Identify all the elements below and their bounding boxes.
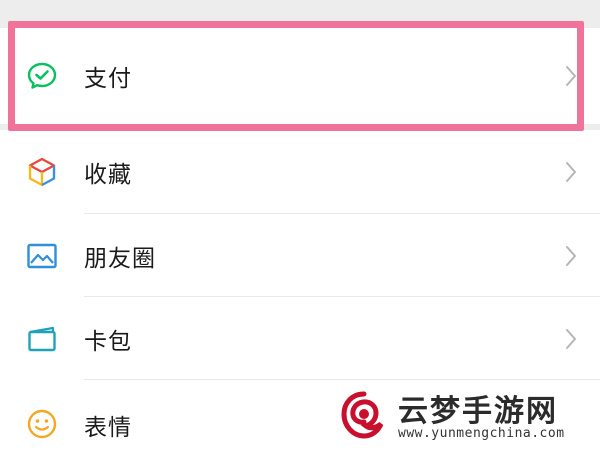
top-spacer	[0, 0, 600, 22]
moments-image-icon	[26, 240, 58, 272]
site-watermark: 云梦手游网 www.yunmengchina.com	[336, 386, 586, 446]
watermark-title: 云梦手游网	[398, 394, 558, 429]
chevron-right-icon	[564, 244, 578, 268]
chevron-right-icon	[564, 64, 578, 88]
menu-item-label: 朋友圈	[84, 245, 156, 272]
menu-item-pay[interactable]: 支付	[0, 28, 600, 124]
menu-item-label: 表情	[84, 415, 132, 441]
site-logo-icon	[336, 388, 392, 444]
watermark-url: www.yunmengchina.com	[398, 426, 565, 441]
menu-item-moments[interactable]: 朋友圈	[0, 214, 600, 297]
menu-item-card-wallet[interactable]: 卡包	[0, 297, 600, 380]
chevron-right-icon	[564, 160, 578, 184]
menu-item-label: 卡包	[84, 328, 132, 355]
menu-item-favorites[interactable]: 收藏	[0, 130, 600, 214]
menu-item-label: 收藏	[84, 162, 132, 188]
menu-item-label: 支付	[84, 66, 132, 92]
favorites-cube-icon	[26, 156, 58, 188]
emoji-smile-icon	[26, 408, 58, 440]
chevron-right-icon	[564, 327, 578, 351]
wechat-pay-icon	[26, 60, 58, 92]
card-wallet-icon	[26, 323, 58, 355]
